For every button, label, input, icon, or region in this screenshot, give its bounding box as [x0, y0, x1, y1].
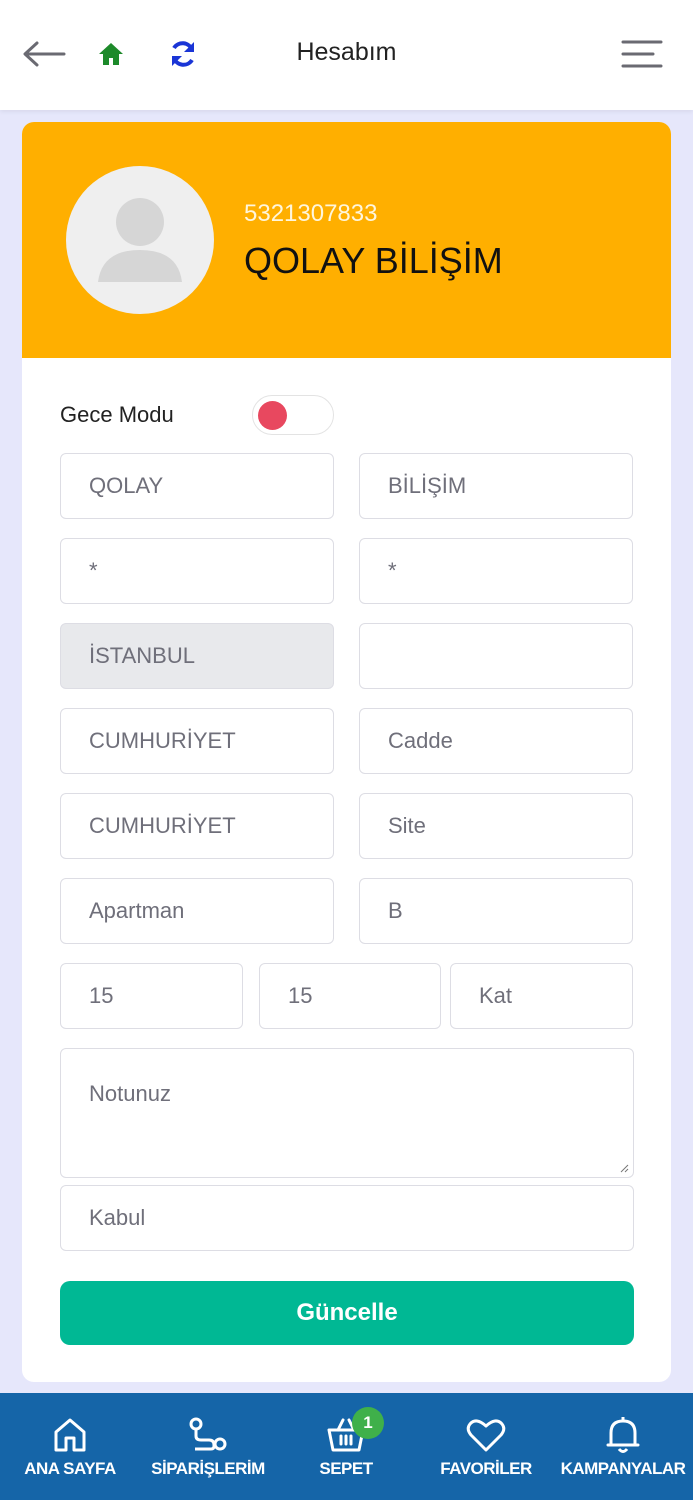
user-placeholder-icon [98, 198, 182, 282]
route-icon [187, 1415, 229, 1455]
avenue-input[interactable]: CUMHURİYET [60, 793, 334, 859]
neighborhood-select[interactable]: CUMHURİYET [60, 708, 334, 774]
nav-item-home[interactable]: ANA SAYFA [14, 1393, 126, 1500]
cart-count-badge: 1 [352, 1407, 384, 1439]
page-title: Hesabım [296, 38, 397, 66]
field-4-input[interactable]: * [359, 538, 633, 604]
notes-textarea[interactable]: Notunuz [60, 1048, 634, 1178]
nav-label: SİPARİŞLERİM [151, 1459, 265, 1478]
nav-label: KAMPANYALAR [560, 1459, 686, 1478]
bell-icon [605, 1415, 641, 1455]
menu-icon[interactable] [616, 34, 668, 74]
apartment-input[interactable]: Apartman [60, 878, 334, 944]
update-button[interactable]: Güncelle [60, 1281, 634, 1345]
door-no-input[interactable]: 15 [60, 963, 243, 1029]
site-input[interactable]: Site [359, 793, 633, 859]
city-select[interactable]: İSTANBUL [60, 623, 334, 689]
nav-item-basket[interactable]: SEPET 1 [296, 1393, 396, 1500]
nav-label: ANA SAYFA [24, 1459, 116, 1478]
floor-input[interactable]: Kat [450, 963, 633, 1029]
toggle-knob [258, 401, 287, 430]
bottom-navigation: ANA SAYFA SİPARİŞLERİM SEPET 1 FAVORİLER… [0, 1393, 693, 1500]
account-card: 5321307833 QOLAY BİLİŞİM Gece Modu QOLAY… [22, 122, 671, 1382]
top-app-bar: Hesabım [0, 0, 693, 110]
home-outline-icon [52, 1415, 88, 1455]
district-select[interactable] [359, 623, 633, 689]
resize-grip-icon[interactable] [619, 1163, 629, 1173]
nav-item-orders[interactable]: SİPARİŞLERİM [142, 1393, 274, 1500]
number-input[interactable]: 15 [259, 963, 441, 1029]
accept-input[interactable]: Kabul [60, 1185, 634, 1251]
nav-item-favorites[interactable]: FAVORİLER [430, 1393, 542, 1500]
nav-item-campaigns[interactable]: KAMPANYALAR [556, 1393, 690, 1500]
street-input[interactable]: Cadde [359, 708, 633, 774]
notes-placeholder: Notunuz [89, 1081, 171, 1106]
night-mode-label: Gece Modu [60, 402, 174, 427]
block-input[interactable]: B [359, 878, 633, 944]
profile-phone: 5321307833 [244, 200, 378, 227]
field-3-input[interactable]: * [60, 538, 334, 604]
avatar [66, 166, 214, 314]
nav-label: FAVORİLER [440, 1459, 532, 1478]
heart-icon [466, 1415, 506, 1455]
profile-header: 5321307833 QOLAY BİLİŞİM [22, 122, 671, 358]
night-mode-toggle[interactable] [252, 395, 334, 435]
first-name-input[interactable]: QOLAY [60, 453, 334, 519]
nav-label: SEPET [319, 1459, 373, 1478]
last-name-input[interactable]: BİLİŞİM [359, 453, 633, 519]
profile-name: QOLAY BİLİŞİM [244, 240, 503, 281]
